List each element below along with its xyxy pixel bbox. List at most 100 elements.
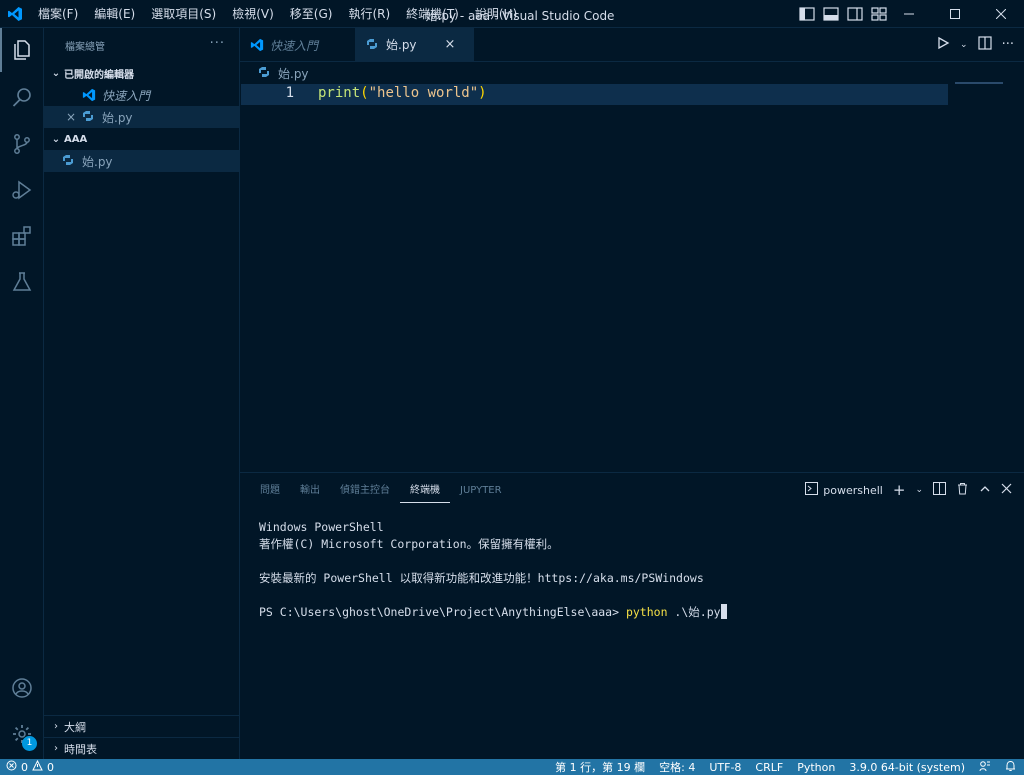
tab-jupyter[interactable]: JUPYTER (450, 479, 512, 503)
more-actions-icon[interactable]: ··· (1002, 37, 1014, 52)
error-count: 0 (21, 760, 28, 774)
terminal-output[interactable]: Windows PowerShell 著作權(C) Microsoft Corpo… (259, 519, 727, 621)
python-interpreter[interactable]: 3.9.0 64-bit (system) (849, 761, 965, 774)
run-debug-icon[interactable] (0, 168, 44, 212)
source-control-icon[interactable] (0, 122, 44, 166)
tab-debug-console[interactable]: 偵錯主控台 (330, 479, 400, 503)
chevron-down-icon: ⌄ (51, 133, 61, 145)
problems-status[interactable]: 0 0 (6, 759, 54, 775)
title-bar: 檔案(F) 編輯(E) 選取項目(S) 檢視(V) 移至(G) 執行(R) 終端… (0, 0, 1024, 28)
tab-label: 快速入門 (270, 38, 319, 53)
code-line[interactable]: print("hello world") (318, 85, 487, 101)
minimap[interactable] (955, 82, 1003, 84)
file-tree-item[interactable]: 始.py (44, 150, 239, 172)
testing-icon[interactable] (0, 260, 44, 304)
split-editor-icon[interactable] (977, 36, 992, 53)
account-icon[interactable] (0, 666, 44, 710)
new-terminal-icon[interactable]: + (893, 481, 906, 499)
tab-problems[interactable]: 問題 (250, 479, 290, 503)
menu-file[interactable]: 檔案(F) (30, 0, 86, 28)
toggle-secondary-sidebar-icon[interactable] (846, 5, 864, 23)
vscode-logo-icon (0, 0, 30, 28)
menu-edit[interactable]: 編輯(E) (86, 0, 143, 28)
menu-selection[interactable]: 選取項目(S) (143, 0, 224, 28)
chevron-right-icon: › (54, 721, 58, 732)
editor-scrollbar[interactable] (1010, 62, 1024, 472)
outline-section[interactable]: › 大綱 (44, 715, 240, 737)
tab-active-file[interactable]: 始.py × (356, 28, 474, 62)
close-window-icon[interactable] (978, 0, 1024, 28)
close-icon[interactable]: × (66, 110, 82, 124)
menu-view[interactable]: 檢視(V) (224, 0, 282, 28)
extensions-icon[interactable] (0, 214, 44, 258)
encoding[interactable]: UTF-8 (709, 761, 741, 774)
editor-tabs: 快速入門 始.py × ⌄ ··· (240, 28, 1024, 62)
close-tab-icon[interactable]: × (445, 37, 456, 52)
timeline-title: 時間表 (64, 742, 97, 756)
maximize-icon[interactable] (932, 0, 978, 28)
chevron-up-icon[interactable] (979, 483, 991, 498)
run-python-file-icon[interactable] (936, 36, 950, 53)
chevron-down-icon[interactable]: ⌄ (960, 40, 968, 50)
python-icon (258, 66, 274, 80)
end-of-line[interactable]: CRLF (755, 761, 783, 774)
explorer-sidebar: 檔案總管 ··· ⌄ 已開啟的編輯器 快速入門 × 始.py ⌄ AAA 始.p… (44, 28, 240, 759)
open-editors-title: 已開啟的編輯器 (64, 69, 134, 81)
terminal-line: 著作權(C) Microsoft Corporation。保留擁有權利。 (259, 537, 559, 551)
menu-go[interactable]: 移至(G) (282, 0, 341, 28)
close-panel-icon[interactable] (1001, 483, 1012, 497)
search-icon[interactable] (0, 76, 44, 120)
chevron-down-icon: ⌄ (51, 67, 61, 79)
indentation[interactable]: 空格: 4 (659, 759, 695, 775)
tab-welcome[interactable]: 快速入門 (240, 28, 356, 62)
folder-section[interactable]: ⌄ AAA (44, 128, 239, 150)
feedback-icon[interactable] (979, 760, 991, 775)
terminal-shell-selector[interactable]: powershell (805, 482, 883, 498)
code-paren-close: ) (478, 85, 487, 101)
python-icon (366, 38, 382, 52)
shell-name: powershell (823, 483, 883, 497)
bottom-panel: 問題 輸出 偵錯主控台 終端機 JUPYTER powershell + ⌄ W… (240, 472, 1024, 759)
open-editor-label: 快速入門 (102, 88, 151, 103)
terminal-prompt-line: PS C:\Users\ghost\OneDrive\Project\Anyth… (259, 604, 727, 621)
open-editors-section[interactable]: ⌄ 已開啟的編輯器 (44, 62, 239, 84)
vscode-icon (82, 88, 98, 102)
terminal-args: .\始.py (667, 605, 721, 619)
window-controls (886, 0, 1024, 28)
line-number: 1 (285, 85, 294, 101)
explorer-icon[interactable] (0, 28, 44, 72)
terminal-line: Windows PowerShell (259, 520, 384, 534)
language-mode[interactable]: Python (797, 761, 835, 774)
trash-icon[interactable] (956, 482, 969, 498)
tab-terminal[interactable]: 終端機 (400, 479, 450, 503)
warning-count: 0 (47, 760, 54, 774)
folder-title: AAA (64, 133, 88, 145)
split-terminal-icon[interactable] (933, 482, 946, 498)
tab-output[interactable]: 輸出 (290, 479, 330, 503)
python-icon (62, 154, 78, 168)
toggle-primary-sidebar-icon[interactable] (798, 5, 816, 23)
settings-update-badge: 1 (22, 736, 37, 751)
settings-gear-icon[interactable]: 1 (0, 712, 44, 756)
code-paren-open: ( (360, 85, 369, 101)
open-editor-label: 始.py (102, 110, 133, 125)
minimize-icon[interactable] (886, 0, 932, 28)
window-title: 始.py - aaa - Visual Studio Code (425, 9, 615, 23)
status-right: 第 1 行，第 19 欄 空格: 4 UTF-8 CRLF Python 3.9… (555, 759, 1016, 775)
open-editor-item[interactable]: × 始.py (44, 106, 239, 128)
terminal-line: 安裝最新的 PowerShell 以取得新功能和改進功能！https://aka… (259, 571, 704, 585)
toggle-panel-icon[interactable] (822, 5, 840, 23)
cursor-position[interactable]: 第 1 行，第 19 欄 (555, 759, 645, 775)
terminal-icon (805, 482, 819, 498)
open-editor-item[interactable]: 快速入門 (44, 84, 239, 106)
more-actions-icon[interactable]: ··· (210, 36, 225, 51)
error-icon (6, 760, 17, 774)
explorer-header: 檔案總管 ··· (44, 28, 239, 62)
file-tree-label: 始.py (82, 154, 113, 169)
chevron-down-icon[interactable]: ⌄ (915, 485, 923, 495)
chevron-right-icon: › (54, 743, 58, 754)
breadcrumb-file[interactable]: 始.py (278, 65, 309, 82)
breadcrumb[interactable]: 始.py (258, 64, 309, 82)
notifications-bell-icon[interactable] (1005, 760, 1016, 775)
timeline-section[interactable]: › 時間表 (44, 737, 240, 759)
